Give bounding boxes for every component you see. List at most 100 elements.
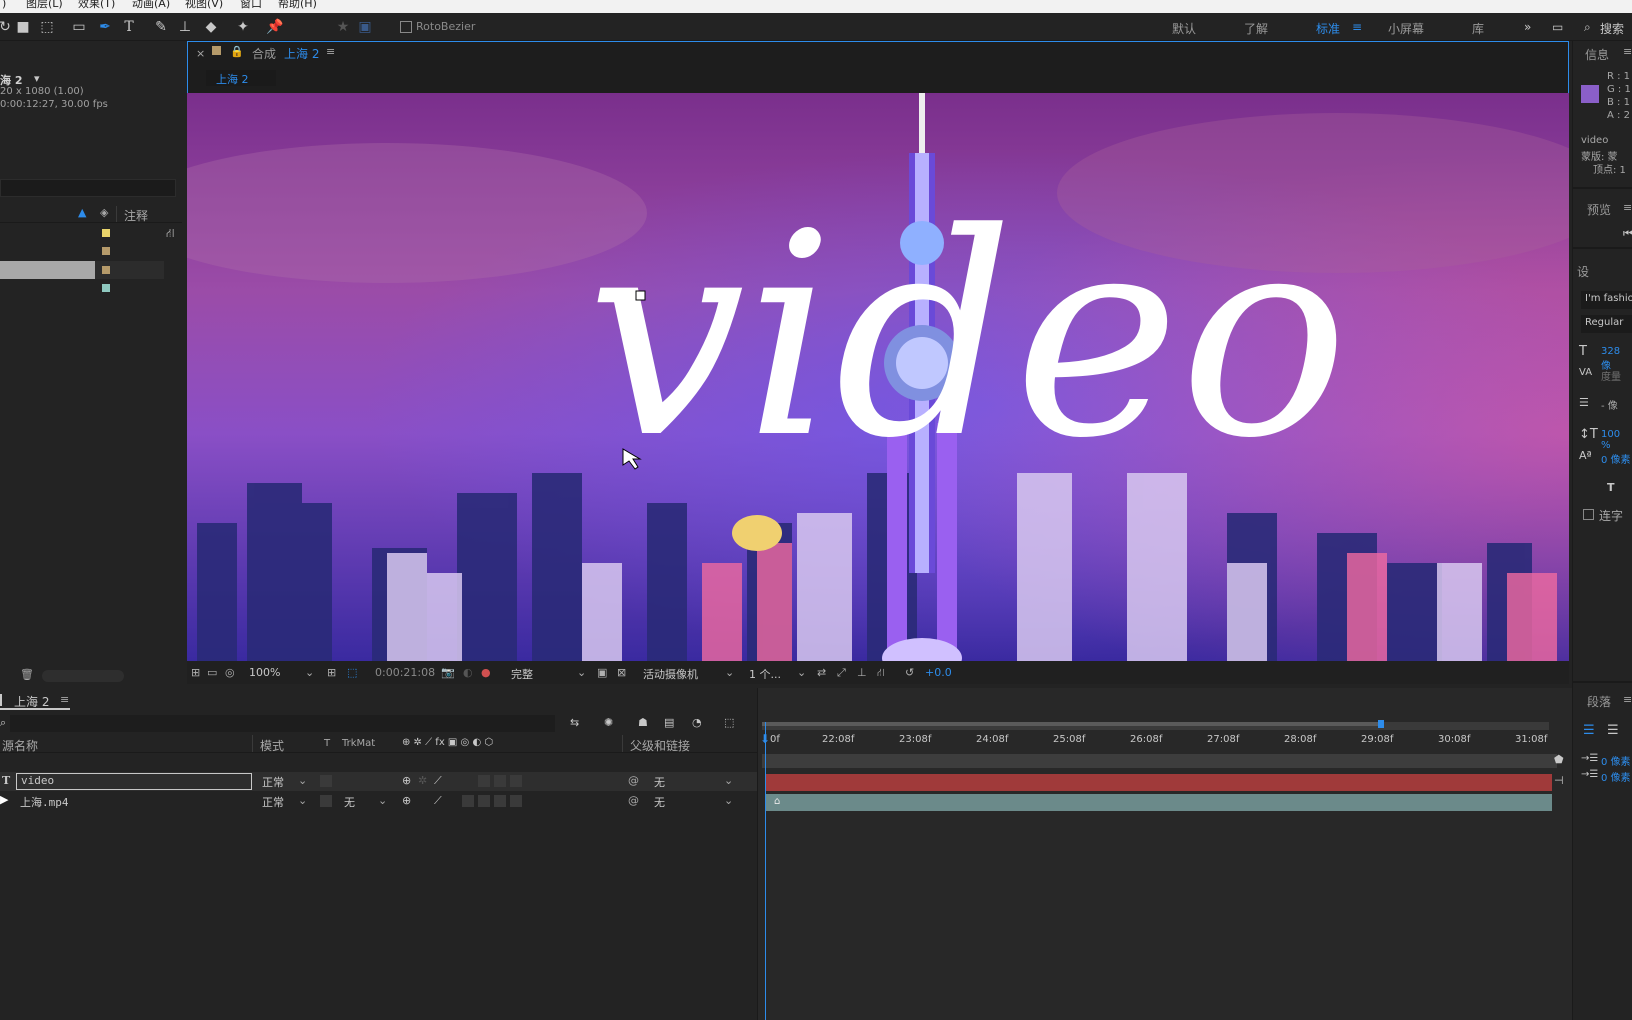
shy-layers-icon[interactable]: ☗ [638,716,648,729]
project-search-input[interactable] [0,179,176,197]
ligature-checkbox[interactable] [1583,509,1594,520]
zoom-select[interactable]: 100% [249,666,280,679]
quality-switch-icon[interactable]: ⟋ [434,774,442,788]
mode-chevron-down-icon[interactable]: ⌄ [298,794,307,807]
search-layers-icon[interactable]: ⌕ [0,716,6,730]
column-trkmat[interactable]: TrkMat [342,738,375,749]
fast-previews-icon[interactable]: ▣ [597,666,607,679]
search-icon[interactable]: ⌕ [1584,20,1591,35]
flowchart-viewer-icon[interactable]: ⛙ [877,666,885,681]
switch-box[interactable] [462,795,474,807]
keyframe-icon[interactable]: ⌂ [774,796,780,807]
composition-canvas[interactable]: video [187,93,1569,661]
trash-icon[interactable]: 🗑 [20,668,34,681]
switch-box[interactable] [510,795,522,807]
workspace-standard[interactable]: 标准 [1316,20,1340,37]
menu-item-view[interactable]: 视图(V) [185,0,223,9]
menu-item-effect[interactable]: 效果(T) [78,0,115,9]
quality-switch-icon[interactable]: ⟋ [434,794,442,808]
collapse-switch-icon[interactable]: ✲ [418,774,427,787]
rectangle-tool-icon[interactable]: ▭ [70,18,88,36]
layer-row-video[interactable]: T video 正常 ⌄ ⊕ ✲ ⟋ @ 无 ⌄ [0,772,757,791]
timeline-graph-area[interactable]: 0f 22:08f 23:08f 24:08f 25:08f 26:08f 27… [757,688,1572,1020]
layer-mode[interactable]: 正常 [262,794,284,810]
panel-menu-icon[interactable]: ≡ [326,45,335,58]
pick-whip-icon[interactable]: @ [628,794,639,807]
workspace-small-screen[interactable]: 小屏幕 [1388,20,1424,37]
layer-mode[interactable]: 正常 [262,774,284,790]
time-ruler[interactable]: 0f 22:08f 23:08f 24:08f 25:08f 26:08f 27… [758,730,1573,752]
menu-item-animation[interactable]: 动画(A) [132,0,170,9]
layer-search-input[interactable] [10,715,555,732]
toggle-pixel-aspect-icon[interactable]: ⇄ [817,666,826,679]
graph-editor-icon[interactable]: ⬚ [724,716,734,729]
workspace-default[interactable]: 默认 [1172,20,1196,37]
breadcrumb[interactable]: 上海 2 [206,70,276,86]
views-chevron-down-icon[interactable]: ⌄ [797,666,806,679]
playhead-line[interactable] [765,722,766,1020]
switch-box[interactable] [478,775,490,787]
timeline-menu-icon[interactable]: ≡ [60,693,69,706]
shy-switch-icon[interactable]: ⊕ [402,774,411,787]
views-select[interactable]: 1 个... [749,666,781,682]
mask-vertex-handle[interactable] [635,290,646,301]
timeline-icon[interactable]: ⊥ [857,666,867,679]
search-help-label[interactable]: 搜索 [1600,20,1624,37]
grid-icon[interactable]: ⊞ [327,666,336,679]
zoom-chevron-down-icon[interactable]: ⌄ [305,666,314,679]
exposure-value[interactable]: +0.0 [925,666,952,679]
mask-visibility-icon[interactable]: ◎ [225,666,235,679]
menu-item-window[interactable]: 窗口 [240,0,262,9]
camera-chevron-down-icon[interactable]: ⌄ [725,666,734,679]
baseline-shift-value[interactable]: 0 像素 [1601,451,1631,466]
comp-mini-flowchart-icon[interactable]: ⇆ [570,716,579,729]
pen-tool-icon[interactable]: ✒ [96,18,114,36]
work-area-range[interactable] [762,722,1382,726]
video-text-layer[interactable]: video [587,174,1348,500]
indent-first-value[interactable]: 0 像素 [1601,769,1631,784]
layer-name[interactable]: 上海.mp4 [20,794,69,810]
column-mode[interactable]: 模式 [260,737,284,754]
fast-draft-icon[interactable]: ⤢ [837,666,846,680]
switch-box[interactable] [478,795,490,807]
trkmat-chevron-down-icon[interactable]: ⌄ [378,794,387,807]
layer-parent[interactable]: 无 [654,794,665,810]
align-left-icon[interactable]: ☰ [1583,723,1595,738]
vertical-scale-value[interactable]: 100 % [1601,429,1632,451]
menu-item-help[interactable]: 帮助(H) [278,0,317,9]
camera-tool-icon[interactable]: ■ [14,18,32,36]
switch-box[interactable] [494,795,506,807]
footage-layer-bar[interactable] [766,794,1552,811]
show-snapshot-icon[interactable]: ◐ [463,666,473,679]
pan-behind-tool-icon[interactable]: ⬚ [38,18,56,36]
info-panel-menu-icon[interactable]: ≡ [1623,45,1632,58]
mode-chevron-down-icon[interactable]: ⌄ [298,774,307,787]
parent-chevron-down-icon[interactable]: ⌄ [724,794,733,807]
faux-bold-icon[interactable]: T [1607,481,1615,494]
playhead-handle-icon[interactable]: ⬇ [760,732,770,746]
type-tool-icon[interactable]: T [120,18,138,36]
workspace-learn[interactable]: 了解 [1244,20,1268,37]
monitor-icon[interactable]: ▭ [207,666,217,679]
transparency-grid-icon[interactable]: ⊠ [617,666,626,679]
pick-whip-icon[interactable]: @ [628,774,639,787]
current-time[interactable]: 0:00:21:08 [375,666,435,679]
font-style-select[interactable]: Regular [1581,315,1632,333]
align-center-icon[interactable]: ☰ [1607,723,1619,738]
motion-blur-icon[interactable]: ◔ [692,716,702,729]
layer-end-icon[interactable]: ⊣ [1554,774,1564,787]
project-scrollbar[interactable] [42,670,124,682]
layer-row-footage[interactable]: ▶ 上海.mp4 正常 ⌄ 无 ⌄ ⊕ ⟋ @ 无 ⌄ [0,792,757,811]
parent-chevron-down-icon[interactable]: ⌄ [724,774,733,787]
resolution-chevron-down-icon[interactable]: ⌄ [577,666,586,679]
clone-stamp-tool-icon[interactable]: ⊥ [176,18,194,36]
brush-tool-icon[interactable]: ✎ [152,18,170,36]
comp-dropdown-icon[interactable]: ▾ [34,72,40,85]
close-icon[interactable]: × [196,47,205,60]
work-area-end-handle[interactable] [1378,720,1384,728]
eraser-tool-icon[interactable]: ◆ [202,18,220,36]
menu-item-layer[interactable]: 图层(L) [26,0,63,9]
workspace-library[interactable]: 库 [1472,20,1484,37]
more-workspaces-icon[interactable]: » [1524,20,1531,34]
leading-value[interactable]: - 像 [1601,397,1618,412]
